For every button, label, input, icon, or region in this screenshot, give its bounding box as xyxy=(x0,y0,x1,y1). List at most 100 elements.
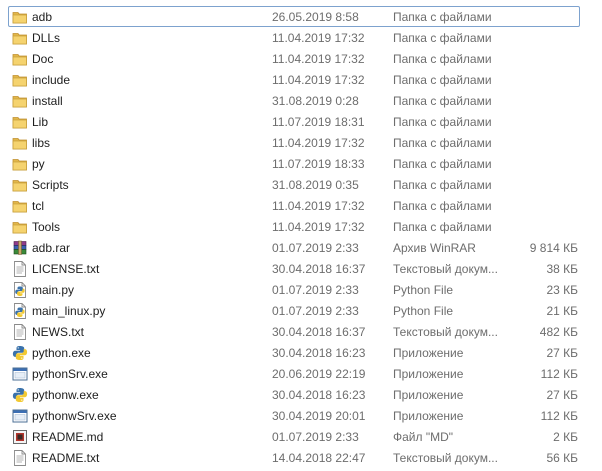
file-size: 23 КБ xyxy=(546,283,578,297)
modified-date: 11.07.2019 18:31 xyxy=(272,115,365,129)
modified-date: 01.07.2019 2:33 xyxy=(272,283,359,297)
file-type: Приложение xyxy=(393,367,464,381)
file-type: Приложение xyxy=(393,388,464,402)
modified-date: 30.04.2018 16:37 xyxy=(272,325,366,339)
file-type: Папка с файлами xyxy=(393,220,492,234)
file-name: main_linux.py xyxy=(32,304,106,318)
modified-date: 11.04.2019 17:32 xyxy=(272,199,365,213)
file-name: adb xyxy=(32,10,53,24)
file-name: README.md xyxy=(32,430,104,444)
file-size: 27 КБ xyxy=(546,388,578,402)
file-name: libs xyxy=(32,136,51,150)
file-name: py xyxy=(32,157,45,171)
file-type: Текстовый докум... xyxy=(393,451,498,465)
modified-date: 11.04.2019 17:32 xyxy=(272,31,365,45)
file-type: Папка с файлами xyxy=(393,31,492,45)
modified-date: 14.04.2018 22:47 xyxy=(272,451,366,465)
folder-icon xyxy=(12,219,28,235)
file-size: 56 КБ xyxy=(546,451,578,465)
modified-date: 01.07.2019 2:33 xyxy=(272,430,359,444)
file-type: Файл "MD" xyxy=(393,430,454,444)
file-row-install[interactable]: install 31.08.2019 0:28 Папка с файлами xyxy=(8,90,580,111)
file-name: Doc xyxy=(32,52,54,66)
file-type: Текстовый докум... xyxy=(393,325,498,339)
file-size: 21 КБ xyxy=(546,304,578,318)
file-row-main-linux-py[interactable]: main_linux.py 01.07.2019 2:33 Python File 2… xyxy=(8,300,580,321)
file-size: 38 КБ xyxy=(546,262,578,276)
folder-icon xyxy=(12,198,28,214)
folder-icon xyxy=(12,9,28,25)
folder-icon xyxy=(12,156,28,172)
file-type: Папка с файлами xyxy=(393,73,492,87)
python-file-icon xyxy=(12,282,28,298)
application-icon xyxy=(12,366,28,382)
file-type: Приложение xyxy=(393,346,464,360)
file-name: include xyxy=(32,73,71,87)
file-row-py[interactable]: py 11.07.2019 18:33 Папка с файлами xyxy=(8,153,580,174)
file-size: 9 814 КБ xyxy=(529,241,578,255)
file-type: Папка с файлами xyxy=(393,52,492,66)
file-type: Python File xyxy=(393,304,454,318)
file-name: Lib xyxy=(32,115,49,129)
modified-date: 30.04.2018 16:23 xyxy=(272,346,366,360)
modified-date: 11.07.2019 18:33 xyxy=(272,157,365,171)
file-name: python.exe xyxy=(32,346,91,360)
file-row-news-txt[interactable]: NEWS.txt 30.04.2018 16:37 Текстовый докум.… xyxy=(8,321,580,342)
modified-date: 31.08.2019 0:35 xyxy=(272,178,359,192)
file-size: 27 КБ xyxy=(546,346,578,360)
file-name: install xyxy=(32,94,63,108)
text-file-icon xyxy=(12,261,28,277)
file-row-adb-rar[interactable]: adb.rar 01.07.2019 2:33 Архив WinRAR 9 814 … xyxy=(8,237,580,258)
folder-icon xyxy=(12,93,28,109)
file-name: Scripts xyxy=(32,178,69,192)
text-file-icon xyxy=(12,450,28,466)
modified-date: 11.04.2019 17:32 xyxy=(272,220,365,234)
file-row-tcl[interactable]: tcl 11.04.2019 17:32 Папка с файлами xyxy=(8,195,580,216)
modified-date: 30.04.2018 16:23 xyxy=(272,388,366,402)
file-size: 2 КБ xyxy=(553,430,578,444)
file-size: 482 КБ xyxy=(539,325,578,339)
md-file-icon xyxy=(12,429,28,445)
python-exe-icon xyxy=(12,345,28,361)
file-name: pythonwSrv.exe xyxy=(32,409,117,423)
file-row-python-exe[interactable]: python.exe 30.04.2018 16:23 Приложение 27 К… xyxy=(8,342,580,363)
file-row-adb[interactable]: adb 26.05.2019 8:58 Папка с файлами xyxy=(8,6,580,27)
modified-date: 30.04.2019 20:01 xyxy=(272,409,366,423)
file-row-readme-txt[interactable]: README.txt 14.04.2018 22:47 Текстовый доку… xyxy=(8,447,580,468)
file-type: Папка с файлами xyxy=(393,10,492,24)
modified-date: 26.05.2019 8:58 xyxy=(272,10,359,24)
file-name: pythonSrv.exe xyxy=(32,367,108,381)
file-row-pythonsrv-exe[interactable]: pythonSrv.exe 20.06.2019 22:19 Приложение 1… xyxy=(8,363,580,384)
file-row-scripts[interactable]: Scripts 31.08.2019 0:35 Папка с файлами xyxy=(8,174,580,195)
file-name: NEWS.txt xyxy=(32,325,85,339)
file-row-doc[interactable]: Doc 11.04.2019 17:32 Папка с файлами xyxy=(8,48,580,69)
file-row-libs[interactable]: libs 11.04.2019 17:32 Папка с файлами xyxy=(8,132,580,153)
file-size: 112 КБ xyxy=(540,367,578,381)
modified-date: 11.04.2019 17:32 xyxy=(272,52,365,66)
file-row-lib[interactable]: Lib 11.07.2019 18:31 Папка с файлами xyxy=(8,111,580,132)
modified-date: 01.07.2019 2:33 xyxy=(272,241,359,255)
folder-icon xyxy=(12,51,28,67)
folder-icon xyxy=(12,114,28,130)
file-type: Папка с файлами xyxy=(393,157,492,171)
modified-date: 20.06.2019 22:19 xyxy=(272,367,366,381)
modified-date: 11.04.2019 17:32 xyxy=(272,136,365,150)
file-name: DLLs xyxy=(32,31,61,45)
file-type: Python File xyxy=(393,283,454,297)
file-row-include[interactable]: include 11.04.2019 17:32 Папка с файлами xyxy=(8,69,580,90)
file-name: README.txt xyxy=(32,451,100,465)
file-name: LICENSE.txt xyxy=(32,262,100,276)
python-file-icon xyxy=(12,303,28,319)
file-row-license-txt[interactable]: LICENSE.txt 30.04.2018 16:37 Текстовый док… xyxy=(8,258,580,279)
modified-date: 01.07.2019 2:33 xyxy=(272,304,359,318)
file-row-tools[interactable]: Tools 11.04.2019 17:32 Папка с файлами xyxy=(8,216,580,237)
file-row-pythonw-exe[interactable]: pythonw.exe 30.04.2018 16:23 Приложение 27 … xyxy=(8,384,580,405)
file-row-dlls[interactable]: DLLs 11.04.2019 17:32 Папка с файлами xyxy=(8,27,580,48)
modified-date: 31.08.2019 0:28 xyxy=(272,94,359,108)
text-file-icon xyxy=(12,324,28,340)
file-row-main-py[interactable]: main.py 01.07.2019 2:33 Python File 23 КБ xyxy=(8,279,580,300)
file-row-pythonwsrv-exe[interactable]: pythonwSrv.exe 30.04.2019 20:01 Приложение… xyxy=(8,405,580,426)
file-row-readme-md[interactable]: README.md 01.07.2019 2:33 Файл "MD" 2 КБ xyxy=(8,426,580,447)
folder-icon xyxy=(12,177,28,193)
file-name: pythonw.exe xyxy=(32,388,99,402)
